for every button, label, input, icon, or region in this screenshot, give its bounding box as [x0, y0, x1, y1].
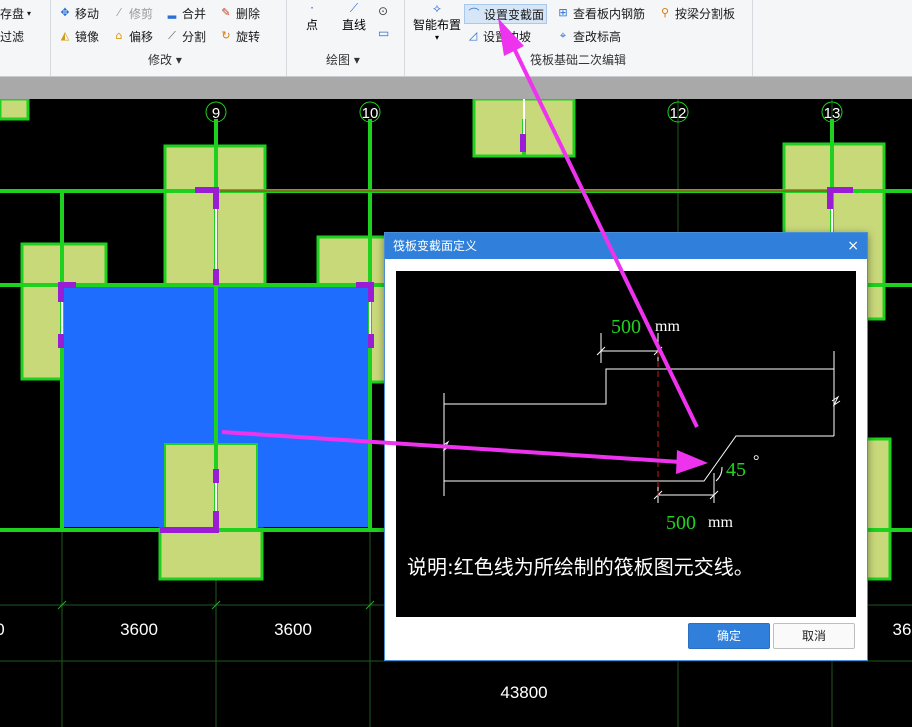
view-rebar-button[interactable]: ⊞ 查看板内钢筋 — [556, 4, 645, 22]
trim-button[interactable]: ⁄ 修剪 — [112, 4, 153, 22]
point-button[interactable]: · 点 — [300, 2, 324, 33]
view-rebar-label: 查看板内钢筋 — [573, 6, 646, 21]
chevron-down-icon: ▾ — [27, 8, 32, 18]
move-icon: ✥ — [60, 6, 70, 19]
angle-unit: ° — [753, 453, 759, 470]
eraser-icon: ✎ — [221, 6, 231, 19]
group-title-draw: 绘图 ▾ — [326, 53, 360, 67]
dim-label: 3600 — [274, 620, 312, 639]
offset-button[interactable]: ⌂ 偏移 — [112, 27, 154, 45]
dialog-title-bar[interactable]: 筏板变截面定义 × — [385, 233, 867, 259]
filter-label: 过滤 — [0, 29, 25, 44]
bottom-dimension-unit: mm — [708, 514, 733, 531]
merge-label: 合并 — [182, 6, 207, 21]
top-dimension-unit: mm — [655, 318, 680, 335]
filter-button[interactable]: 过滤 — [0, 27, 24, 45]
delete-button[interactable]: ✎ 删除 — [219, 4, 260, 22]
trim-icon: ⁄ — [118, 6, 120, 19]
cancel-button[interactable]: 取消 — [773, 623, 855, 649]
set-slope-button[interactable]: ◿ 设置边坡 — [466, 27, 531, 45]
slope-icon: ◿ — [468, 29, 478, 42]
set-section-button[interactable]: ⌒ 设置变截面 — [464, 4, 548, 24]
set-slope-label: 设置边坡 — [483, 29, 532, 44]
top-dimension-value: 500 — [611, 316, 641, 338]
split-button[interactable]: ⟋ 分割 — [165, 27, 206, 45]
dim-label: 3600 — [120, 620, 158, 639]
ribbon-group-edit: ✥ 移动 ⁄ 修剪 ▂ 合并 ✎ 删除 ◭ 镜像 ⌂ 偏移 ⟋ 分割 ↻ 旋转 — [50, 0, 287, 76]
pad[interactable] — [158, 527, 264, 581]
merge-icon: ▂ — [167, 6, 177, 19]
mirror-label: 镜像 — [75, 29, 100, 44]
circle-icon: ⊙ — [378, 4, 389, 18]
axis-label-12: 12 — [670, 105, 687, 122]
rectangle-icon: ▭ — [378, 26, 390, 40]
ribbon-group-raft: ⟡ 智能布置 ▾ ⌒ 设置变截面 ◿ 设置边坡 ⊞ 查看板内钢筋 ⌖ 查改标高 … — [404, 0, 753, 76]
ok-button[interactable]: 确定 — [688, 623, 770, 649]
merge-button[interactable]: ▂ 合并 — [165, 4, 206, 22]
point-icon: · — [310, 1, 314, 15]
raft-section-dialog: 筏板变截面定义 × 500 mm 45 ° 500 mm 说明:红色线为所绘制的… — [384, 232, 868, 661]
ribbon-group-file: 存盘 ▾ 过滤 — [0, 0, 51, 76]
circle-tool-button[interactable]: ⊙ — [378, 4, 388, 18]
offset-label: 偏移 — [129, 29, 154, 44]
rotate-label: 旋转 — [236, 29, 261, 44]
trim-label: 修剪 — [129, 6, 154, 21]
split-by-beam-label: 按梁分割板 — [675, 6, 736, 21]
pad[interactable] — [0, 99, 30, 121]
move-button[interactable]: ✥ 移动 — [58, 4, 99, 22]
mirror-button[interactable]: ◭ 镜像 — [58, 27, 99, 45]
smart-layout-label: 智能布置 — [412, 18, 461, 32]
group-title-raft: 筏板基础二次编辑 — [530, 53, 627, 67]
rotate-button[interactable]: ↻ 旋转 — [219, 27, 260, 45]
dim-label: 36 — [893, 620, 912, 639]
mirror-icon: ◭ — [60, 29, 70, 42]
rebar-icon: ⊞ — [558, 6, 568, 19]
move-label: 移动 — [75, 6, 100, 21]
view-tab-strip — [0, 77, 912, 99]
line-icon: ⟋ — [349, 1, 359, 15]
split-by-beam-button[interactable]: ⚲ 按梁分割板 — [658, 4, 735, 22]
angle-value: 45 — [726, 459, 746, 481]
ribbon-toolbar: 存盘 ▾ 过滤 ✥ 移动 ⁄ 修剪 ▂ 合并 ✎ 删除 ◭ 镜像 ⌂ 偏移 ⟋ … — [0, 0, 912, 77]
split-icon: ⟋ — [168, 29, 176, 42]
close-icon[interactable]: × — [847, 233, 859, 259]
group-title-edit: 修改 ▾ — [148, 53, 182, 67]
dialog-title: 筏板变截面定义 — [393, 239, 478, 253]
point-label: 点 — [305, 18, 318, 32]
bottom-dimension-value: 500 — [666, 512, 696, 534]
section-icon: ⌒ — [468, 7, 480, 20]
dim-label: 0 — [0, 620, 5, 639]
delete-label: 删除 — [236, 6, 261, 21]
pad[interactable] — [864, 437, 892, 581]
section-diagram: 500 mm 45 ° 500 mm 说明:红色线为所绘制的筏板图元交线。 — [396, 271, 856, 617]
change-elevation-label: 查改标高 — [573, 29, 622, 44]
beam-split-icon: ⚲ — [660, 6, 670, 19]
elevation-icon: ⌖ — [559, 29, 567, 42]
pad[interactable] — [164, 443, 258, 530]
set-section-label: 设置变截面 — [484, 7, 545, 22]
dialog-note: 说明:红色线为所绘制的筏板图元交线。 — [407, 555, 754, 579]
split-label: 分割 — [182, 29, 207, 44]
smart-layout-icon: ⟡ — [433, 1, 441, 15]
change-elevation-button[interactable]: ⌖ 查改标高 — [556, 27, 621, 45]
rect-tool-button[interactable]: ▭ — [378, 26, 389, 40]
save-button[interactable]: 存盘 ▾ — [0, 4, 31, 22]
rotate-icon: ↻ — [221, 29, 231, 42]
line-label: 直线 — [341, 18, 366, 32]
line-button[interactable]: ⟋ 直线 — [338, 2, 370, 33]
chevron-down-icon: ▾ — [434, 33, 439, 42]
ribbon-group-draw: · 点 ⟋ 直线 ⊙ ▭ 绘图 ▾ — [286, 0, 405, 76]
save-label: 存盘 — [0, 6, 25, 21]
smart-layout-button[interactable]: ⟡ 智能布置 ▾ — [410, 0, 464, 42]
offset-icon: ⌂ — [115, 29, 123, 42]
dim-total-label: 43800 — [500, 683, 547, 702]
section-profile — [441, 333, 841, 503]
